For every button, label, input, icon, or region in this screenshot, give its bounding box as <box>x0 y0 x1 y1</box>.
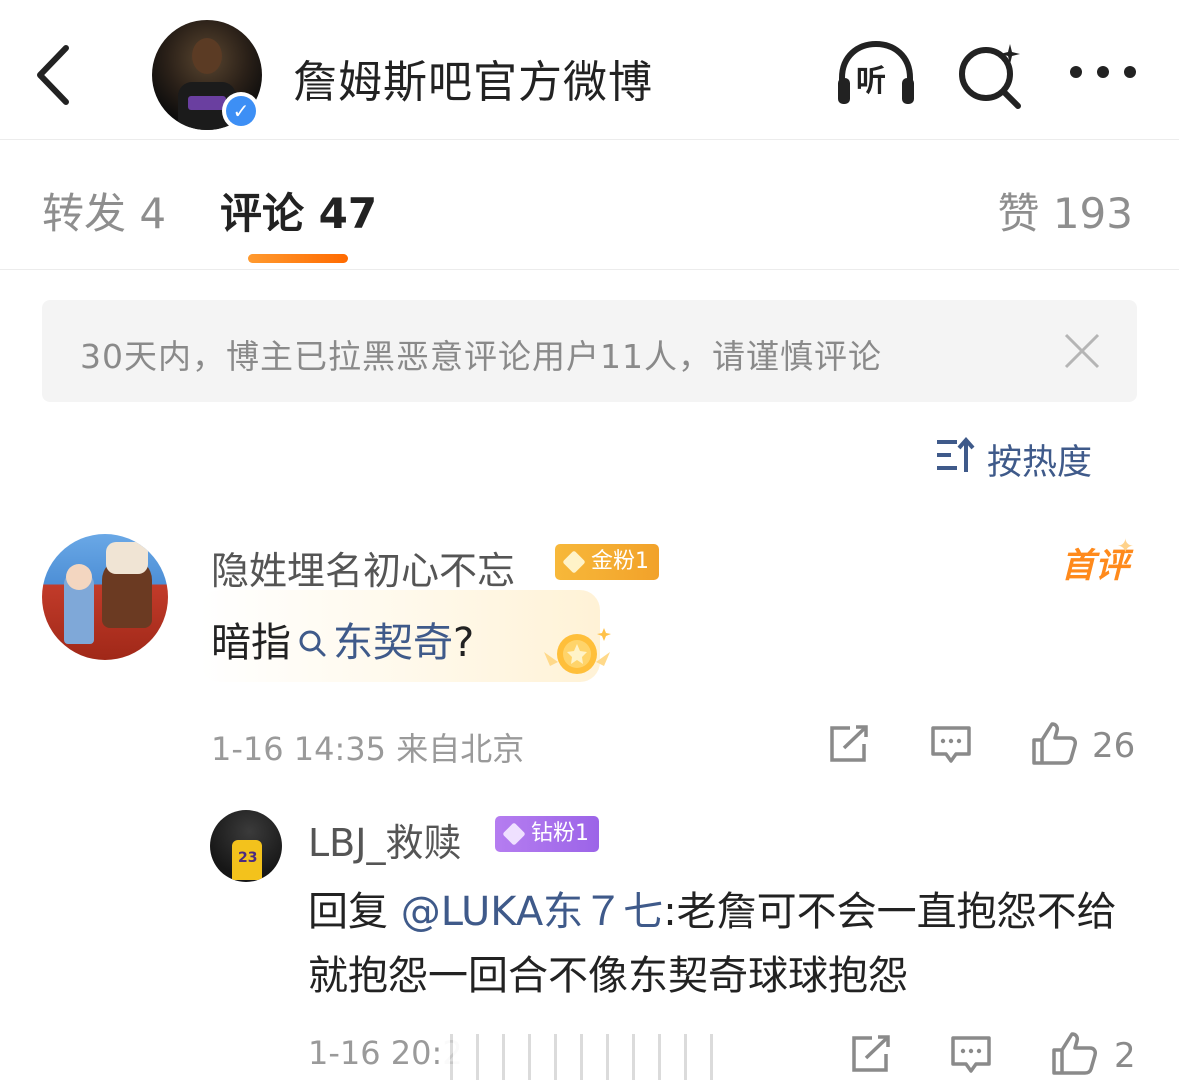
comment-text-suffix: ? <box>453 620 475 666</box>
tab-repost[interactable]: 转发 4 <box>42 180 166 241</box>
like-button[interactable] <box>1030 720 1078 766</box>
fan-badge[interactable]: 金粉1 <box>555 544 659 580</box>
fan-badge[interactable]: 钻粉1 <box>495 816 599 852</box>
reply-button[interactable] <box>930 724 972 766</box>
sparkle-icon: ✦ <box>1117 534 1134 558</box>
topic-link-text: 东契奇 <box>333 620 453 666</box>
search-icon <box>299 630 326 657</box>
fan-badge-label: 钻粉1 <box>531 821 589 846</box>
reply-to-reply-button[interactable] <box>950 1034 992 1076</box>
repost-comment-button[interactable] <box>828 724 870 764</box>
tab-bar: 转发 4 评论 47 赞 193 <box>0 140 1179 270</box>
share-icon <box>852 1035 890 1072</box>
notice-text: 30天内，博主已拉黑恶意评论用户11人，请谨慎评论 <box>80 337 882 376</box>
sort-label: 按热度 <box>987 443 1093 483</box>
dot-icon <box>1070 66 1082 78</box>
commenter-name[interactable]: 隐姓埋名初心不忘 <box>211 540 515 595</box>
crown-icon <box>562 550 586 574</box>
comment-meta: 1-16 14:35 来自北京 <box>211 730 525 768</box>
close-icon <box>1064 333 1100 369</box>
comment-icon <box>931 726 971 763</box>
mention-link[interactable]: @LUKA东７七 <box>401 889 663 935</box>
comment-icon <box>951 1036 991 1073</box>
sort-button[interactable]: 按热度 <box>935 432 1135 483</box>
tab-like[interactable]: 赞 193 <box>997 180 1133 241</box>
medal-icon <box>544 628 611 674</box>
verified-icon: ✓ <box>222 92 260 130</box>
like-reply-button[interactable] <box>1050 1030 1098 1076</box>
dot-icon <box>1097 66 1109 78</box>
more-options-button[interactable] <box>1066 55 1140 91</box>
listen-button[interactable]: 听 <box>834 38 918 108</box>
listen-label: 听 <box>856 64 886 99</box>
page-title: 詹姆斯吧官方微博 <box>293 57 653 108</box>
topic-link[interactable]: 东契奇 <box>291 620 453 666</box>
thumbs-up-icon <box>1052 1032 1097 1075</box>
chevron-left-icon <box>37 45 69 105</box>
reply-text: 回复 @LUKA东７七:老詹可不会一直抱怨不给就抱怨一回合不像东契奇球球抱怨 <box>308 880 1128 1008</box>
diamond-icon <box>502 822 526 846</box>
share-icon <box>830 725 868 762</box>
back-button[interactable] <box>30 40 80 110</box>
top-bar: ✓ 詹姆斯吧官方微博 听 <box>0 0 1179 140</box>
like-count: 2 <box>1114 1036 1136 1076</box>
notice-close-button[interactable] <box>1063 332 1101 370</box>
like-count: 26 <box>1092 726 1136 766</box>
reply-user-name[interactable]: LBJ_救赎 <box>308 812 461 867</box>
commenter-avatar[interactable] <box>42 534 168 660</box>
thumbs-up-icon <box>1032 722 1077 765</box>
reply-prefix: 回复 <box>308 889 401 935</box>
search-button[interactable] <box>954 40 1024 110</box>
sort-icon <box>937 436 975 472</box>
active-tab-indicator <box>248 254 348 263</box>
tab-comment[interactable]: 评论 47 <box>220 180 377 241</box>
reply-avatar[interactable]: 23 <box>210 810 282 882</box>
dot-icon <box>1124 66 1136 78</box>
comment-text-prefix: 暗指 <box>211 620 291 666</box>
block-notice: 30天内，博主已拉黑恶意评论用户11人，请谨慎评论 <box>42 300 1137 402</box>
watermark <box>440 1034 730 1080</box>
comment-text: 暗指 东契奇? <box>211 610 474 668</box>
search-icon <box>959 44 1021 109</box>
repost-reply-button[interactable] <box>850 1034 892 1074</box>
fan-badge-label: 金粉1 <box>591 549 649 574</box>
